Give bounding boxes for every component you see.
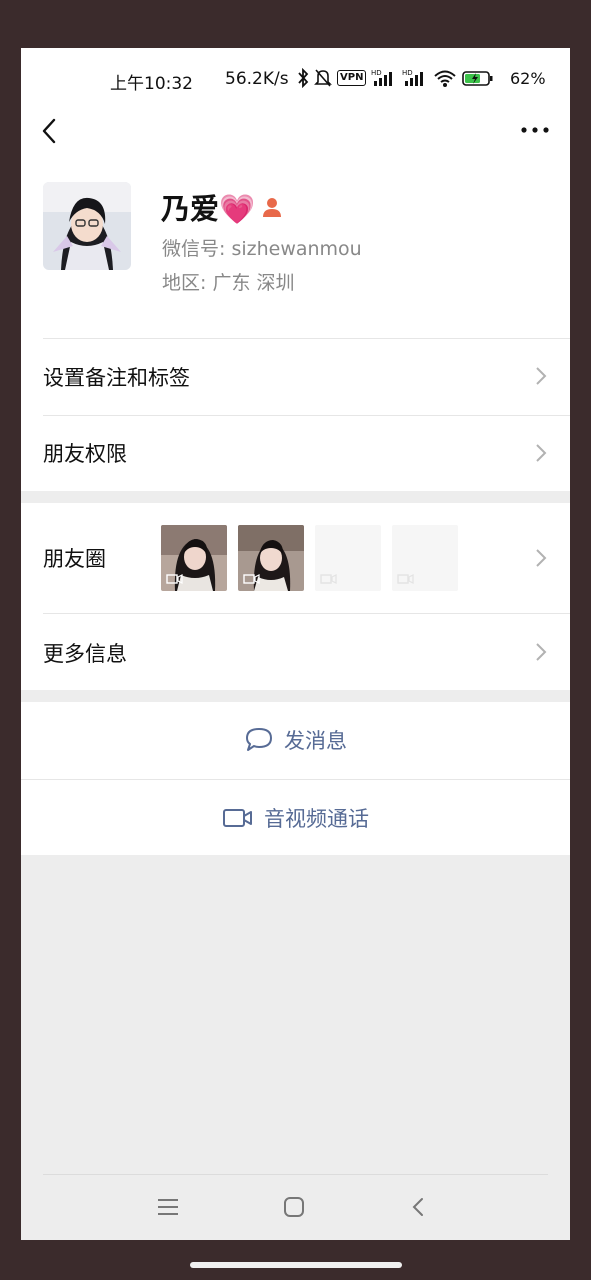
chevron-right-icon (536, 367, 547, 385)
back-chevron-icon[interactable] (35, 114, 65, 148)
divider (43, 415, 570, 416)
svg-text:HD: HD (402, 69, 413, 77)
status-net-speed: 56.2K/s (225, 69, 289, 89)
moments-thumbnail-placeholder (315, 525, 381, 591)
profile-header: 乃爱💗 微信号: sizhewanmou 地区: 广东 深圳 (21, 158, 570, 338)
bluetooth-icon (298, 68, 309, 88)
nav-bar (21, 108, 570, 158)
chat-bubble-icon (246, 728, 272, 751)
back-nav-icon[interactable] (408, 1195, 428, 1219)
screen: 上午10:32 56.2K/s VPN HD HD 62% 乃爱💗 微信号: s… (21, 48, 570, 1240)
row-more-info-label: 更多信息 (43, 642, 127, 666)
row-more-info[interactable]: 更多信息 (21, 613, 570, 690)
video-call-content: 音视频通话 (21, 803, 570, 833)
battery-icon (462, 71, 493, 86)
signal-icon: HD (371, 69, 393, 86)
contact-person-icon (263, 198, 282, 217)
chevron-right-icon (536, 549, 547, 567)
status-time: 上午10:32 (110, 74, 193, 94)
moments-thumbnail (161, 525, 227, 591)
video-call-label: 音视频通话 (264, 807, 369, 831)
send-message-label: 发消息 (284, 729, 347, 753)
row-permissions-label: 朋友权限 (43, 442, 127, 466)
row-friend-permissions[interactable]: 朋友权限 (21, 415, 570, 491)
moments-thumbnail-placeholder (392, 525, 458, 591)
row-moments-label: 朋友圈 (43, 547, 106, 571)
divider (21, 779, 570, 780)
divider (43, 613, 570, 614)
chevron-right-icon (536, 643, 547, 661)
home-indicator[interactable] (190, 1262, 402, 1268)
row-moments[interactable]: 朋友圈 (21, 503, 570, 613)
wechat-id: 微信号: sizhewanmou (162, 238, 362, 260)
battery-percent: 62% (510, 69, 546, 88)
row-remark-label: 设置备注和标签 (43, 366, 190, 390)
avatar[interactable] (43, 182, 131, 270)
system-nav-bar (21, 1172, 570, 1240)
video-call-button[interactable]: 音视频通话 (21, 779, 570, 855)
svg-text:HD: HD (371, 69, 382, 77)
chevron-right-icon (536, 444, 547, 462)
profile-name-row: 乃爱💗 (161, 186, 283, 228)
status-icons: VPN HD HD (297, 66, 494, 90)
more-dots-icon[interactable] (518, 118, 552, 142)
wifi-icon (434, 70, 457, 87)
video-camera-icon (223, 809, 252, 827)
mute-bell-icon (314, 69, 332, 87)
send-message-content: 发消息 (21, 725, 570, 755)
row-remark-tags[interactable]: 设置备注和标签 (21, 338, 570, 415)
moments-thumbnail (238, 525, 304, 591)
signal-icon-2: HD (402, 69, 424, 86)
divider (43, 1174, 548, 1175)
region: 地区: 广东 深圳 (162, 272, 295, 294)
vpn-badge: VPN (337, 70, 367, 86)
send-message-button[interactable]: 发消息 (21, 702, 570, 779)
divider (43, 338, 570, 339)
status-bar: 上午10:32 56.2K/s VPN HD HD 62% (21, 48, 570, 108)
profile-name: 乃爱💗 (161, 192, 256, 226)
home-icon[interactable] (282, 1195, 306, 1219)
menu-icon[interactable] (155, 1196, 181, 1218)
